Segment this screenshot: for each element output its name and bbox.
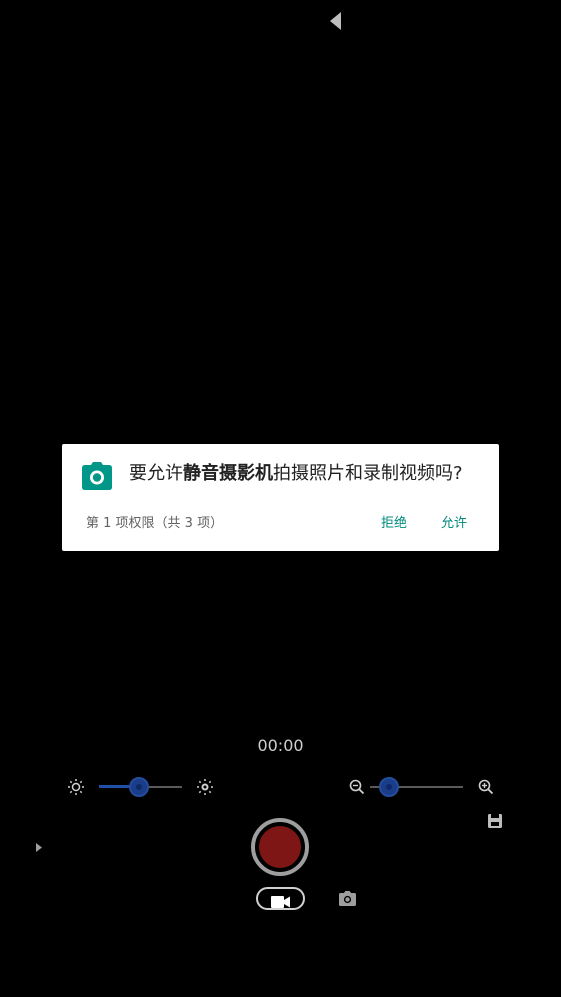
record-button-core [259, 826, 301, 868]
brightness-high-icon[interactable] [196, 778, 214, 796]
message-suffix: 拍摄照片和录制视频吗? [273, 463, 463, 484]
permission-counter: 第 1 项权限（共 3 项） [86, 516, 224, 531]
recording-timer: 00:00 [257, 736, 304, 755]
video-mode-button[interactable] [256, 887, 305, 910]
photo-camera-icon[interactable] [339, 891, 356, 906]
zoom-out-icon[interactable] [349, 779, 365, 795]
save-icon[interactable] [488, 814, 502, 828]
brightness-slider[interactable] [99, 776, 182, 798]
message-prefix: 要允许 [129, 463, 183, 484]
brightness-thumb[interactable] [129, 777, 149, 797]
expand-arrow-icon[interactable] [36, 843, 42, 852]
deny-button[interactable]: 拒绝 [375, 510, 413, 538]
camera-icon [82, 462, 112, 490]
permission-message: 要允许静音摄影机拍摄照片和录制视频吗? [129, 462, 463, 486]
video-camera-icon [271, 893, 291, 912]
zoom-slider[interactable] [370, 776, 463, 798]
brightness-fill [99, 785, 129, 788]
permission-dialog: 要允许静音摄影机拍摄照片和录制视频吗? 第 1 项权限（共 3 项） 拒绝 允许 [62, 444, 499, 551]
record-button[interactable] [251, 818, 309, 876]
back-arrow-icon[interactable] [330, 12, 341, 30]
zoom-thumb[interactable] [379, 777, 399, 797]
allow-button[interactable]: 允许 [435, 510, 473, 538]
zoom-in-icon[interactable] [478, 779, 494, 795]
app-name: 静音摄影机 [183, 463, 273, 484]
brightness-low-icon[interactable] [67, 778, 85, 796]
